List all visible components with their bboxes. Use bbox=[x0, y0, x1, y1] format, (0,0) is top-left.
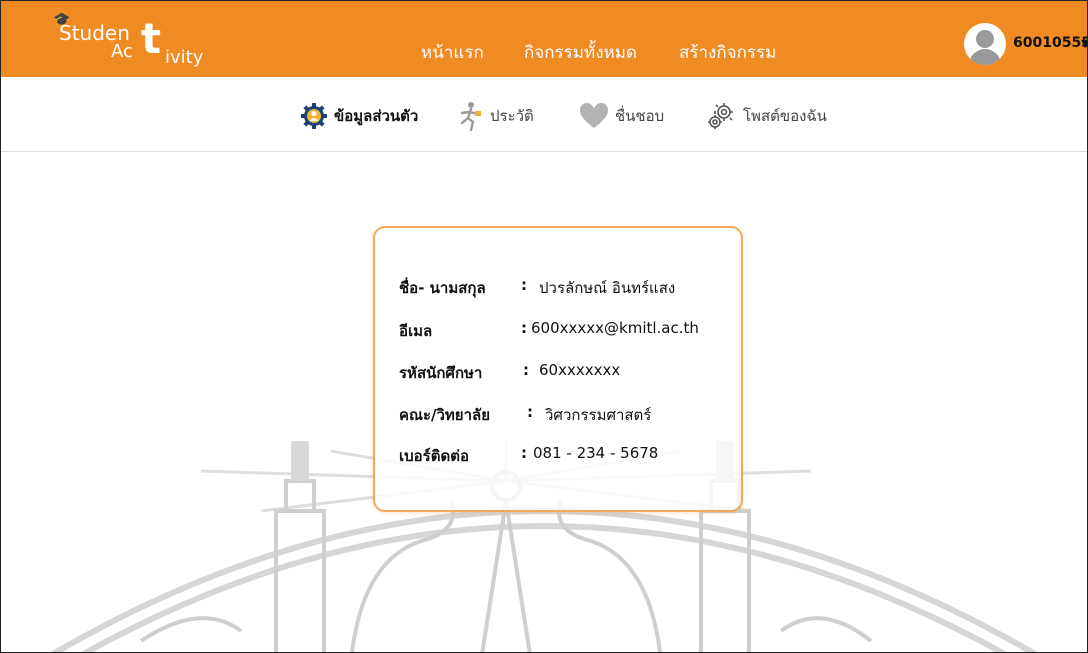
email-label: อีเมล bbox=[399, 322, 433, 340]
logo-text-ac: Ac bbox=[111, 41, 133, 62]
name-label: ชื่อ- นามสกุล bbox=[399, 279, 486, 297]
user-avatar[interactable] bbox=[964, 23, 1006, 65]
nav-create-activity[interactable]: สร้างกิจกรรม bbox=[679, 39, 776, 66]
tab-history[interactable]: ประวัติ bbox=[456, 101, 534, 131]
tab-my-posts-label: โพสต์ของฉัน bbox=[743, 107, 827, 125]
avatar-head bbox=[976, 30, 994, 48]
faculty-value: วิศวกรรมศาสตร์ bbox=[545, 406, 652, 424]
name-value: ปวรลักษณ์ อินทร์แสง bbox=[539, 279, 676, 297]
phone-colon: : bbox=[521, 444, 527, 462]
student-id-value: 60xxxxxxx bbox=[539, 361, 621, 379]
email-colon: : bbox=[521, 319, 527, 337]
user-id[interactable]: 60010555 bbox=[1013, 35, 1087, 51]
tab-favorites[interactable]: ชื่นชอบ bbox=[579, 101, 664, 131]
email-value: 600xxxxx@kmitl.ac.th bbox=[531, 319, 699, 337]
tab-my-posts[interactable]: โพสต์ของฉัน bbox=[705, 101, 827, 131]
tab-favorites-label: ชื่นชอบ bbox=[615, 107, 665, 125]
runner-icon bbox=[460, 102, 481, 131]
tab-history-label: ประวัติ bbox=[490, 107, 534, 125]
top-navbar: 🎓 Studen t Ac ivity หน้าแรก กิจกรรมทั้งห… bbox=[1, 1, 1087, 78]
phone-value: 081 - 234 - 5678 bbox=[533, 444, 659, 462]
gears-icon bbox=[708, 103, 733, 129]
logo-text-ivity: ivity bbox=[165, 47, 204, 68]
app-window: 🎓 Studen t Ac ivity หน้าแรก กิจกรรมทั้งห… bbox=[0, 0, 1088, 653]
profile-info-card: ชื่อ- นามสกุล : ปวรลักษณ์ อินทร์แสง อีเม… bbox=[373, 226, 743, 512]
faculty-colon: : bbox=[527, 403, 533, 421]
student-id-label: รหัสนักศึกษา bbox=[399, 364, 483, 382]
profile-tabs: ข้อมูลส่วนตัว ประวัติ ชื่นชอบ โพสต์ของฉั… bbox=[1, 77, 1087, 152]
avatar-body bbox=[969, 49, 1001, 65]
phone-label: เบอร์ติดต่อ bbox=[399, 447, 469, 465]
logo-text-t: t bbox=[141, 14, 162, 63]
nav-home[interactable]: หน้าแรก bbox=[421, 39, 484, 66]
faculty-label: คณะ/วิทยาลัย bbox=[399, 406, 490, 424]
tab-personal-info[interactable]: ข้อมูลส่วนตัว bbox=[300, 101, 418, 131]
nav-all-activities[interactable]: กิจกรรมทั้งหมด bbox=[524, 39, 637, 66]
name-colon: : bbox=[521, 276, 527, 294]
tab-personal-info-label: ข้อมูลส่วนตัว bbox=[334, 107, 419, 125]
profile-gear-icon bbox=[301, 103, 327, 129]
app-logo[interactable]: 🎓 Studen t Ac ivity bbox=[53, 13, 243, 69]
student-id-colon: : bbox=[523, 361, 529, 379]
chevron-down-icon[interactable]: ▼ bbox=[1081, 37, 1087, 50]
heart-icon bbox=[580, 103, 608, 128]
